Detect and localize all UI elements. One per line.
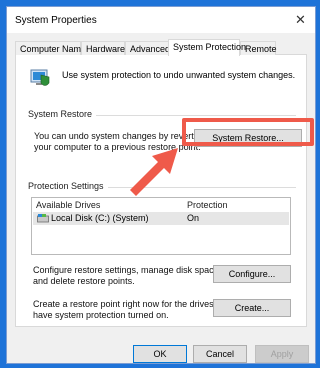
screenshot-frame: System Properties ✕ Computer Name Hardwa… xyxy=(2,2,318,366)
protection-settings-group-label: Protection Settings xyxy=(28,181,108,191)
create-button[interactable]: Create... xyxy=(213,299,291,317)
column-header-available-drives: Available Drives xyxy=(36,200,101,210)
close-icon[interactable]: ✕ xyxy=(295,13,306,26)
window-title: System Properties xyxy=(15,15,97,26)
tab-system-protection[interactable]: System Protection xyxy=(168,39,246,56)
tab-computer-name[interactable]: Computer Name xyxy=(15,41,86,55)
ok-button[interactable]: OK xyxy=(133,345,187,363)
tab-advanced[interactable]: Advanced xyxy=(125,41,170,55)
configure-description-line1: Configure restore settings, manage disk … xyxy=(33,265,222,275)
tab-hardware[interactable]: Hardware xyxy=(81,41,125,55)
configure-description-line2: and delete restore points. xyxy=(33,276,135,286)
create-description-line2: have system protection turned on. xyxy=(33,310,169,320)
drives-list[interactable]: Available Drives Protection Local Disk (… xyxy=(31,197,291,255)
intro-text: Use system protection to undo unwanted s… xyxy=(62,70,296,80)
column-header-protection: Protection xyxy=(187,200,228,210)
highlight-box xyxy=(182,118,314,146)
cancel-button[interactable]: Cancel xyxy=(193,345,247,363)
drive-icon xyxy=(37,214,49,223)
table-row[interactable]: Local Disk (C:) (System) On xyxy=(33,212,289,225)
drive-protection-status: On xyxy=(187,213,200,223)
pointer-arrow-icon xyxy=(130,148,178,196)
system-protection-icon xyxy=(30,69,50,86)
configure-button[interactable]: Configure... xyxy=(213,265,291,283)
tab-strip: Computer Name Hardware Advanced System P… xyxy=(15,39,307,56)
drive-name: Local Disk (C:) (System) xyxy=(51,213,149,223)
create-description-line1: Create a restore point right now for the… xyxy=(33,299,232,309)
system-restore-group-label: System Restore xyxy=(28,109,97,119)
apply-button: Apply xyxy=(255,345,309,363)
title-bar: System Properties ✕ xyxy=(7,7,315,33)
